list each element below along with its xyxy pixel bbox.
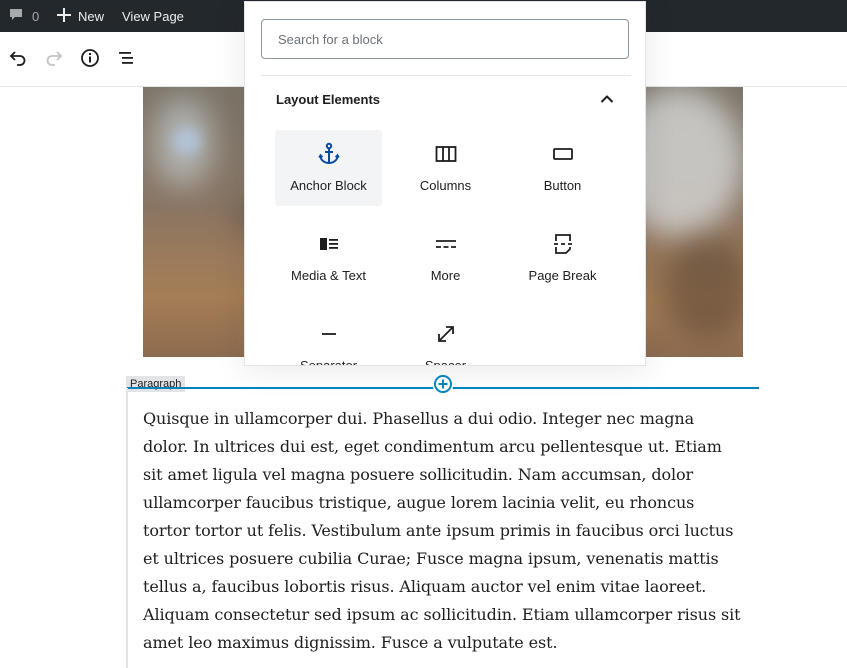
block-item-media-text[interactable]: Media & Text (275, 220, 382, 296)
bokeh-light (173, 127, 201, 155)
block-item-anchor[interactable]: Anchor Block (275, 130, 382, 206)
redo-button[interactable] (42, 48, 66, 72)
block-type-label: Paragraph (126, 376, 186, 392)
plus-icon (57, 7, 71, 25)
block-item-columns[interactable]: Columns (392, 130, 499, 206)
bokeh-shadow (663, 237, 743, 337)
block-inserter-popover: Layout Elements Anchor Block Columns But… (244, 1, 646, 366)
block-item-label: Media & Text (291, 268, 366, 283)
view-page-link[interactable]: View Page (122, 0, 184, 32)
undo-button[interactable] (6, 48, 30, 72)
chevron-up-icon (600, 91, 614, 109)
block-item-spacer[interactable]: Spacer (392, 310, 499, 366)
comments-count: 0 (32, 8, 40, 24)
divider (261, 75, 631, 76)
columns-icon (435, 142, 457, 166)
comment-icon (8, 7, 24, 26)
media-text-icon (318, 232, 340, 256)
block-item-separator[interactable]: Separator (275, 310, 382, 366)
info-icon (80, 48, 100, 73)
new-label: New (78, 8, 105, 24)
block-item-label: Columns (419, 178, 472, 193)
block-item-more[interactable]: More (392, 220, 499, 296)
more-icon (435, 232, 457, 256)
paragraph-text[interactable]: Quisque in ullamcorper dui. Phasellus a … (143, 405, 743, 657)
block-navigation-icon (116, 48, 136, 73)
comments-menu[interactable]: 0 (8, 0, 39, 32)
separator-icon (318, 322, 340, 346)
undo-icon (8, 48, 28, 73)
block-navigation-button[interactable] (114, 48, 138, 72)
block-item-label: Page Break (528, 268, 597, 283)
page-break-icon (552, 232, 574, 256)
block-outline (126, 388, 128, 668)
spacer-icon (435, 322, 457, 346)
block-item-page-break[interactable]: Page Break (509, 220, 616, 296)
block-item-label: More (430, 268, 461, 283)
block-item-label: Anchor Block (290, 178, 367, 193)
plus-circle-icon (433, 374, 453, 399)
block-item-label: Separator (299, 358, 358, 366)
anchor-icon (317, 142, 341, 166)
panel-title[interactable]: Layout Elements (276, 92, 380, 107)
content-structure-button[interactable] (78, 48, 102, 72)
block-search-input[interactable] (261, 19, 629, 59)
insert-block-button[interactable] (433, 374, 453, 399)
button-icon (552, 142, 574, 166)
block-item-label: Button (543, 178, 582, 193)
block-item-button[interactable]: Button (509, 130, 616, 206)
panel-toggle-button[interactable] (597, 90, 617, 110)
new-content-menu[interactable]: New (57, 0, 104, 32)
redo-icon (44, 48, 64, 73)
block-item-label: Spacer (424, 358, 467, 366)
